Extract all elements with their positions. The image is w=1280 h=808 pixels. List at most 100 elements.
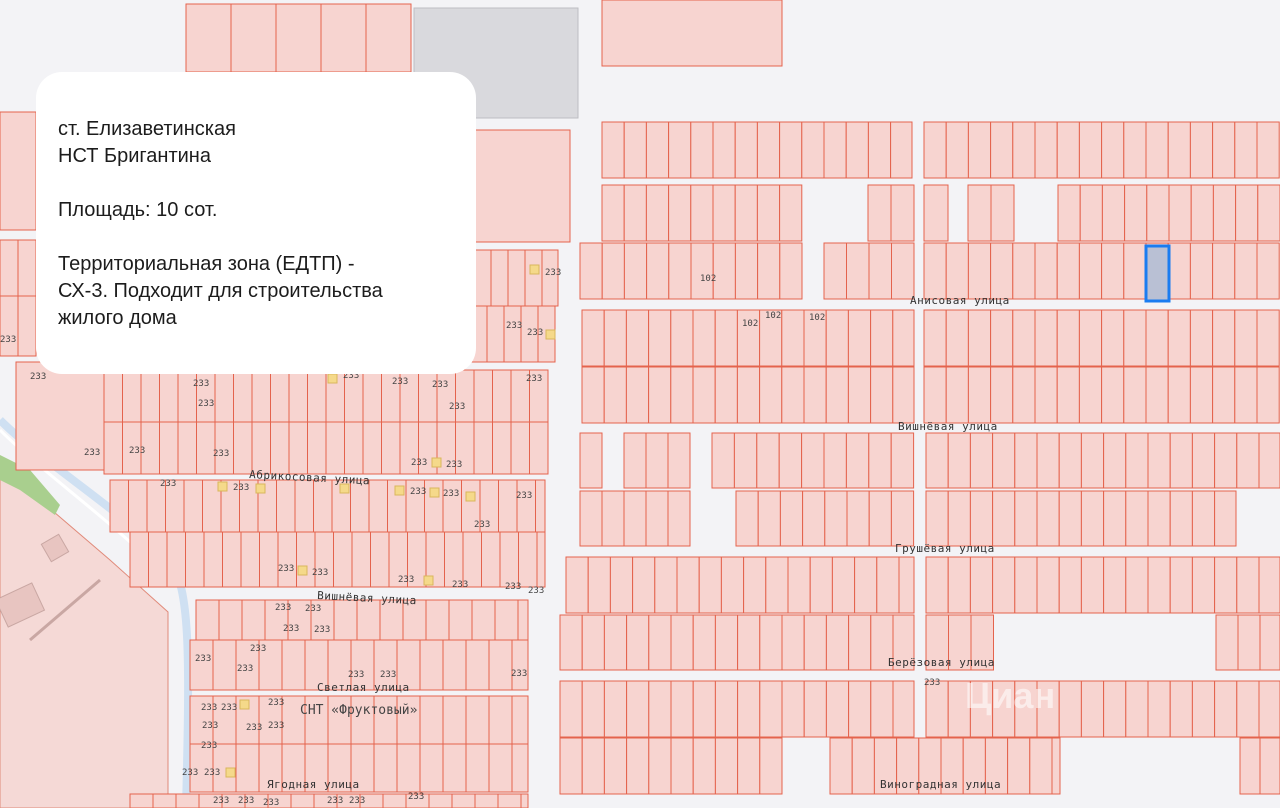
zone-code-label: 233 bbox=[201, 741, 217, 751]
land-parcel bbox=[623, 490, 647, 547]
land-parcel bbox=[787, 556, 811, 614]
land-parcel bbox=[692, 680, 716, 738]
land-parcel bbox=[990, 242, 1014, 300]
land-parcel bbox=[670, 366, 694, 424]
zone-code-label: 233 bbox=[446, 460, 462, 470]
land-parcel bbox=[801, 432, 825, 489]
building-marker bbox=[465, 491, 476, 502]
land-parcel bbox=[1078, 366, 1103, 424]
land-parcel bbox=[276, 479, 296, 533]
land-parcel bbox=[623, 432, 647, 489]
land-parcel bbox=[1012, 121, 1036, 179]
land-parcel bbox=[1259, 614, 1280, 671]
land-parcel bbox=[177, 421, 197, 475]
land-parcel bbox=[520, 793, 529, 808]
land-parcel bbox=[381, 421, 401, 475]
settlement-name: ст. Елизаветинская bbox=[58, 118, 236, 140]
land-parcel bbox=[734, 242, 759, 300]
land-parcel bbox=[494, 599, 519, 641]
zone-code-label: 233 bbox=[233, 483, 249, 493]
land-parcel bbox=[847, 309, 872, 367]
land-parcel bbox=[868, 432, 892, 489]
land-parcel bbox=[803, 614, 827, 671]
land-parcel bbox=[587, 556, 611, 614]
land-parcel bbox=[1189, 366, 1214, 424]
land-parcel bbox=[779, 121, 803, 179]
land-parcel bbox=[368, 479, 388, 533]
land-parcel bbox=[535, 479, 546, 533]
zone-code-label: 233 bbox=[204, 768, 220, 778]
land-parcel bbox=[890, 432, 915, 489]
land-parcel bbox=[524, 249, 543, 307]
land-parcel bbox=[803, 680, 827, 738]
zone-code-label: 233 bbox=[278, 564, 294, 574]
land-parcel bbox=[923, 309, 947, 367]
land-parcel bbox=[511, 743, 529, 793]
land-parcel bbox=[1124, 184, 1148, 242]
land-parcel bbox=[128, 479, 148, 533]
land-parcel bbox=[490, 249, 509, 307]
land-parcel bbox=[692, 614, 716, 671]
land-parcel bbox=[779, 490, 804, 547]
land-parcel bbox=[1212, 184, 1237, 242]
land-parcel bbox=[428, 793, 453, 808]
land-parcel bbox=[442, 743, 467, 793]
land-parcel bbox=[626, 737, 650, 795]
zone-code-label: 233 bbox=[221, 703, 237, 713]
land-parcel bbox=[17, 295, 37, 357]
land-parcel bbox=[846, 490, 870, 547]
land-parcel bbox=[1147, 490, 1171, 547]
land-parcel bbox=[259, 531, 279, 588]
land-parcel bbox=[1014, 432, 1038, 489]
land-parcel bbox=[1189, 121, 1214, 179]
land-parcel bbox=[848, 614, 872, 671]
land-parcel bbox=[625, 309, 650, 367]
land-parcel bbox=[212, 639, 237, 691]
land-parcel bbox=[892, 309, 915, 367]
land-parcel bbox=[601, 184, 625, 242]
land-parcel bbox=[129, 531, 149, 588]
land-parcel bbox=[474, 793, 499, 808]
selected-plot[interactable] bbox=[1144, 244, 1171, 303]
land-parcel bbox=[603, 737, 628, 795]
land-parcel bbox=[203, 531, 223, 588]
land-parcel bbox=[183, 479, 203, 533]
land-parcel bbox=[486, 305, 505, 363]
land-parcel bbox=[626, 680, 650, 738]
settlement-label: СНТ «Фруктовый» bbox=[300, 703, 418, 718]
land-parcel bbox=[1167, 121, 1191, 179]
land-parcel bbox=[823, 432, 847, 489]
land-parcel bbox=[648, 737, 672, 795]
land-parcel bbox=[603, 680, 628, 738]
land-parcel bbox=[1012, 366, 1036, 424]
land-parcel bbox=[1259, 737, 1280, 795]
land-parcel bbox=[1078, 121, 1103, 179]
zone-code-label: 233 bbox=[505, 582, 521, 592]
land-parcel bbox=[1029, 737, 1053, 795]
land-parcel bbox=[1123, 366, 1147, 424]
land-parcel bbox=[1079, 184, 1103, 242]
land-parcel bbox=[1036, 432, 1060, 489]
zone-code-label: 233 bbox=[268, 721, 284, 731]
zone-code-label: 233 bbox=[516, 491, 532, 501]
land-parcel bbox=[1234, 242, 1258, 300]
land-parcel bbox=[714, 366, 738, 424]
land-parcel bbox=[579, 490, 603, 547]
land-parcel bbox=[654, 556, 678, 614]
land-parcel bbox=[307, 369, 327, 423]
land-parcel bbox=[870, 366, 894, 424]
land-parcel bbox=[712, 242, 736, 300]
land-parcel bbox=[734, 184, 758, 242]
land-parcel bbox=[1103, 680, 1127, 738]
land-parcel bbox=[867, 184, 892, 242]
land-parcel bbox=[473, 421, 493, 475]
land-parcel bbox=[536, 531, 546, 588]
land-parcel bbox=[1169, 680, 1193, 738]
land-parcel bbox=[109, 479, 129, 533]
land-parcel bbox=[632, 556, 656, 614]
land-parcel bbox=[370, 531, 390, 588]
land-parcel bbox=[462, 531, 482, 588]
land-parcel bbox=[565, 556, 589, 614]
land-parcel bbox=[1215, 614, 1239, 671]
land-parcel bbox=[313, 479, 333, 533]
